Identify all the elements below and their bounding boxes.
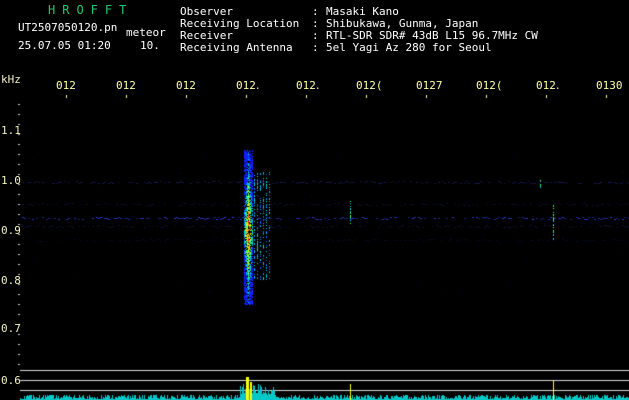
time-tick: 012 <box>116 79 136 92</box>
antenna-sep: : <box>312 41 319 54</box>
freq-tick: 0.6 <box>1 374 21 387</box>
time-tick: 012․ <box>536 79 560 92</box>
y-axis-unit: kHz <box>1 73 21 86</box>
time-tick: 012․ <box>296 79 320 92</box>
time-tick: 012( <box>356 79 383 92</box>
freq-tick: 0.8 <box>1 274 21 287</box>
spectrogram-canvas <box>0 0 629 400</box>
antenna-label: Receiving Antenna <box>180 41 293 54</box>
time-tick: 012( <box>476 79 503 92</box>
antenna-value: 5el Yagi Az 280 for Seoul <box>326 41 492 54</box>
mode-label: meteor <box>126 26 166 39</box>
filename-label: UT2507050120.pn <box>18 21 118 34</box>
freq-tick: 0.9 <box>1 224 21 237</box>
datetime-label: 25.07.05 01:20 <box>18 39 111 52</box>
brand-title: HROFFT <box>48 3 134 17</box>
freq-tick: 1.0 <box>1 174 21 187</box>
time-tick: 0130 <box>596 79 623 92</box>
freq-tick: 1.1 <box>1 124 21 137</box>
time-tick: 0127 <box>416 79 443 92</box>
count-label: 10. <box>140 39 160 52</box>
freq-tick: 0.7 <box>1 322 21 335</box>
time-tick: 012 <box>56 79 76 92</box>
time-tick: 012 <box>176 79 196 92</box>
time-tick: 012․ <box>236 79 260 92</box>
